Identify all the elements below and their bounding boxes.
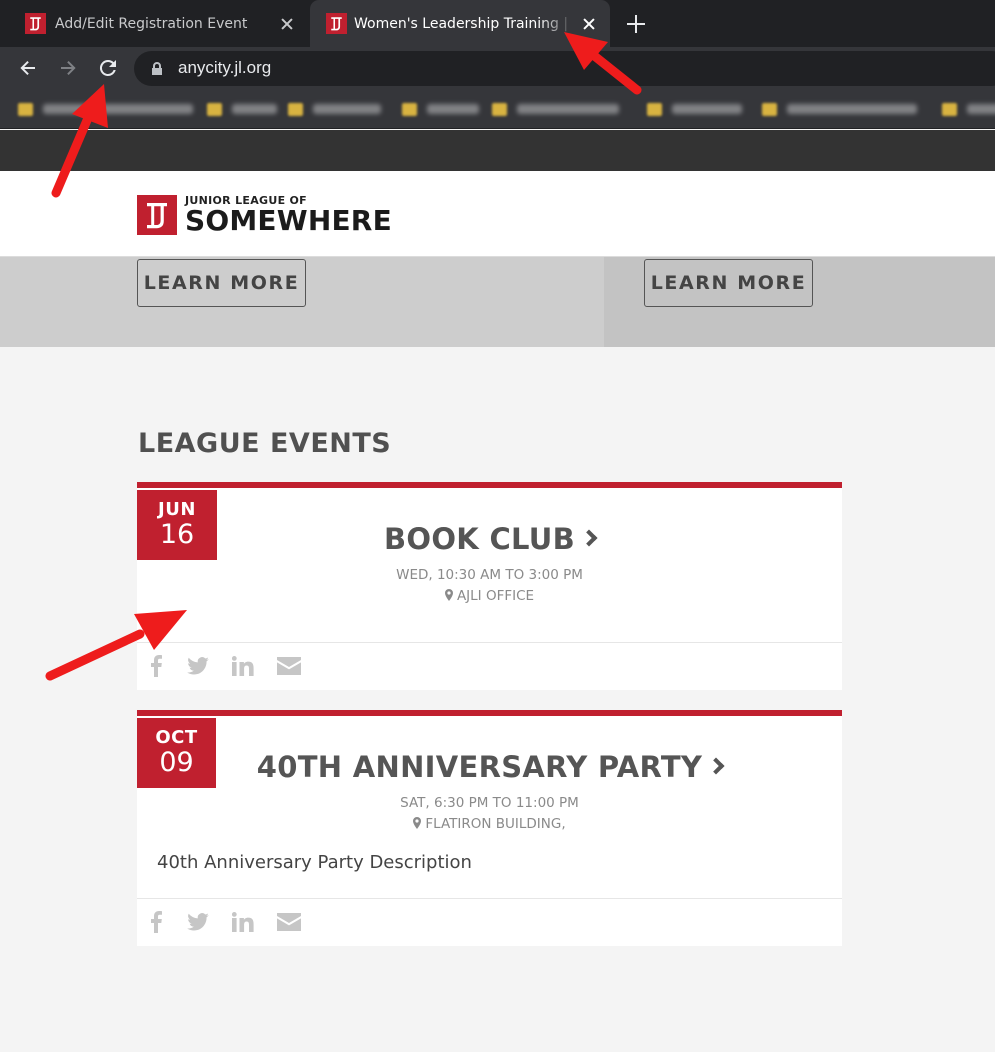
event-month: OCT bbox=[155, 727, 198, 748]
bookmark-folder[interactable] bbox=[207, 98, 277, 120]
reload-icon[interactable] bbox=[95, 55, 121, 81]
event-location-text: FLATIRON BUILDING, bbox=[425, 816, 566, 832]
promo-panel-right: LEARN MORE bbox=[604, 257, 995, 347]
bookmark-label-blurred bbox=[787, 104, 917, 114]
folder-icon bbox=[288, 102, 303, 116]
bookmark-folder[interactable] bbox=[18, 98, 193, 120]
tab-add-edit-registration[interactable]: Add/Edit Registration Event bbox=[0, 0, 308, 47]
twitter-icon[interactable] bbox=[187, 655, 209, 677]
bookmark-folder[interactable] bbox=[762, 98, 917, 120]
folder-icon bbox=[207, 102, 222, 116]
email-icon[interactable] bbox=[277, 655, 301, 677]
folder-icon bbox=[492, 102, 507, 116]
bookmarks-bar bbox=[0, 90, 995, 129]
folder-icon bbox=[402, 102, 417, 116]
bookmark-label-blurred bbox=[313, 104, 381, 114]
bookmark-label-blurred bbox=[967, 104, 995, 114]
event-location: FLATIRON BUILDING, bbox=[137, 814, 842, 834]
event-month: JUN bbox=[158, 499, 196, 520]
learn-more-button[interactable]: LEARN MORE bbox=[137, 259, 306, 307]
facebook-icon[interactable] bbox=[151, 655, 162, 677]
tab-title: Add/Edit Registration Event bbox=[55, 15, 248, 32]
close-tab-icon[interactable] bbox=[278, 15, 296, 33]
new-tab-plus-icon[interactable] bbox=[625, 13, 647, 35]
tab-womens-leadership-training[interactable]: Women's Leadership Training | FL bbox=[310, 0, 610, 47]
jl-favicon-icon bbox=[25, 13, 46, 34]
event-location: AJLI OFFICE bbox=[137, 586, 842, 606]
site-header: JUNIOR LEAGUE OF SOMEWHERE bbox=[0, 171, 995, 257]
back-arrow-icon[interactable] bbox=[15, 55, 41, 81]
jl-favicon-icon bbox=[326, 13, 347, 34]
bookmark-label-blurred bbox=[517, 104, 619, 114]
event-title-link[interactable]: BOOK CLUB bbox=[137, 522, 842, 556]
linkedin-icon[interactable] bbox=[232, 911, 254, 933]
bookmark-folder[interactable] bbox=[647, 98, 742, 120]
site-top-bar bbox=[0, 130, 995, 171]
screenshot: Add/Edit Registration Event Women's Lead… bbox=[0, 0, 995, 1052]
bookmark-label-blurred bbox=[672, 104, 742, 114]
site-logo[interactable]: JUNIOR LEAGUE OF SOMEWHERE bbox=[137, 194, 392, 235]
bookmark-folder[interactable] bbox=[288, 98, 381, 120]
league-events-heading: LEAGUE EVENTS bbox=[138, 428, 392, 459]
promo-panel-left: LEARN MORE bbox=[0, 257, 604, 347]
email-icon[interactable] bbox=[277, 911, 301, 933]
event-title: 40TH ANNIVERSARY PARTY bbox=[256, 750, 703, 784]
chevron-right-icon bbox=[707, 757, 725, 775]
event-card: OCT 09 40TH ANNIVERSARY PARTY SAT, 6:30 … bbox=[137, 710, 842, 946]
forward-arrow-icon[interactable] bbox=[55, 55, 81, 81]
event-time: SAT, 6:30 PM TO 11:00 PM bbox=[400, 795, 579, 811]
learn-more-button[interactable]: LEARN MORE bbox=[644, 259, 813, 307]
lock-icon bbox=[152, 62, 162, 75]
twitter-icon[interactable] bbox=[187, 911, 209, 933]
bookmark-folder[interactable] bbox=[942, 98, 995, 120]
browser-tab-bar: Add/Edit Registration Event Women's Lead… bbox=[0, 0, 995, 47]
chevron-right-icon bbox=[580, 529, 598, 547]
bookmark-folder[interactable] bbox=[402, 98, 479, 120]
folder-icon bbox=[18, 102, 33, 116]
logo-text: JUNIOR LEAGUE OF SOMEWHERE bbox=[185, 194, 392, 235]
share-row bbox=[137, 898, 842, 946]
event-title: BOOK CLUB bbox=[383, 522, 576, 556]
folder-icon bbox=[647, 102, 662, 116]
tab-title: Women's Leadership Training | FL bbox=[354, 15, 574, 32]
url-text: anycity.jl.org bbox=[178, 58, 272, 77]
folder-icon bbox=[942, 102, 957, 116]
facebook-icon[interactable] bbox=[151, 911, 162, 933]
map-pin-icon bbox=[444, 589, 453, 601]
event-time: WED, 10:30 AM TO 3:00 PM bbox=[396, 567, 583, 583]
bookmark-label-blurred bbox=[427, 104, 479, 114]
browser-toolbar: anycity.jl.org bbox=[0, 47, 995, 90]
close-tab-icon[interactable] bbox=[580, 15, 598, 33]
bookmark-folder[interactable] bbox=[492, 98, 619, 120]
map-pin-icon bbox=[413, 817, 422, 829]
event-title-link[interactable]: 40TH ANNIVERSARY PARTY bbox=[137, 750, 842, 784]
logo-line-2: SOMEWHERE bbox=[185, 204, 392, 237]
jl-logo-icon bbox=[137, 194, 177, 235]
address-bar[interactable]: anycity.jl.org bbox=[134, 51, 995, 86]
event-description: 40th Anniversary Party Description bbox=[157, 852, 472, 873]
share-row bbox=[137, 642, 842, 690]
event-card: JUN 16 BOOK CLUB WED, 10:30 AM TO 3:00 P… bbox=[137, 482, 842, 690]
linkedin-icon[interactable] bbox=[232, 655, 254, 677]
bookmark-label-blurred bbox=[43, 104, 193, 114]
folder-icon bbox=[762, 102, 777, 116]
bookmark-label-blurred bbox=[232, 104, 277, 114]
event-location-text: AJLI OFFICE bbox=[456, 588, 535, 604]
